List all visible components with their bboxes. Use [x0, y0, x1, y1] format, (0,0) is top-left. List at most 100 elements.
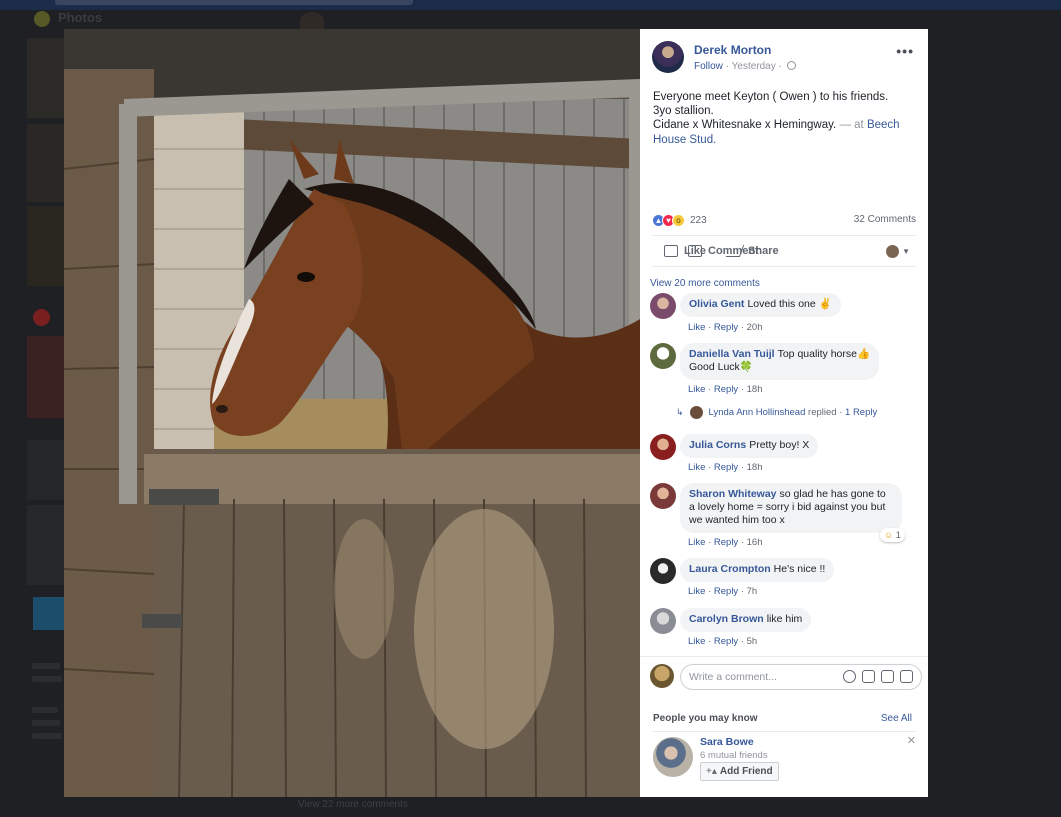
reactions-summary[interactable]: ▲ ♥ o 223 [652, 212, 707, 228]
comments-count[interactable]: 32 Comments [854, 214, 916, 225]
meta-separator: · [705, 322, 714, 333]
meta-separator: · [738, 586, 747, 597]
emoji-icon[interactable] [843, 670, 856, 683]
background-photo-thumb [27, 440, 64, 500]
horse-stable-photo [64, 29, 640, 797]
more-options-icon[interactable]: ••• [896, 43, 914, 59]
current-user-avatar [886, 245, 900, 258]
background-photo-thumb [27, 336, 64, 418]
author-avatar[interactable] [652, 41, 684, 73]
commenter-avatar[interactable] [650, 608, 676, 634]
follow-link[interactable]: Follow [694, 61, 723, 72]
meta-separator: · [778, 61, 785, 72]
comment-like-link[interactable]: Like [688, 462, 705, 473]
comment-reaction-badge[interactable]: ☺ 1 [880, 528, 905, 542]
post-action-bar: Like Comment Share ▼ [652, 235, 916, 267]
current-user-avatar [650, 664, 674, 688]
comment-bubble: Daniella Van Tuijl Top quality horse👍 Good… [680, 343, 880, 380]
background-photo-thumb [27, 206, 64, 286]
comment-reply-link[interactable]: Reply [714, 384, 738, 395]
meta-separator: · [738, 636, 747, 647]
sticker-icon[interactable] [900, 670, 913, 683]
comment-text: He's nice !! [773, 563, 826, 575]
commenter-avatar[interactable] [650, 343, 676, 369]
add-friend-label: Add Friend [719, 766, 773, 777]
comment-bubble: Olivia Gent Loved this one ✌ [680, 293, 841, 317]
comment-time[interactable]: 16h [747, 537, 763, 548]
replies-link[interactable]: ↳ Lynda Ann Hollinshead replied · 1 Reply [676, 406, 877, 419]
comment-like-link[interactable]: Like [688, 586, 705, 597]
comment-time[interactable]: 20h [747, 322, 763, 333]
comment-item: Olivia Gent Loved this one ✌ Like · Reply… [650, 293, 920, 333]
post-text-line: 3yo stallion. [653, 105, 714, 118]
view-more-comments-link[interactable]: View 20 more comments [650, 278, 760, 289]
commenter-name[interactable]: Julia Corns [689, 439, 746, 451]
commenter-name[interactable]: Carolyn Brown [689, 613, 764, 625]
suggested-person-name[interactable]: Sara Bowe [700, 736, 754, 748]
meta-separator: · [705, 636, 714, 647]
comment-reply-link[interactable]: Reply [714, 586, 738, 597]
reactions-count[interactable]: 223 [690, 215, 707, 226]
close-icon[interactable]: ✕ [907, 734, 916, 747]
comment-like-link[interactable]: Like [688, 636, 705, 647]
commenter-name[interactable]: Sharon Whiteway [689, 488, 777, 500]
mutual-friends-count[interactable]: 6 mutual friends [700, 750, 768, 761]
comment-text: Loved this one ✌ [747, 298, 832, 310]
author-name[interactable]: Derek Morton [694, 43, 771, 57]
background-search-bar [55, 0, 413, 5]
comment-reply-link[interactable]: Reply [714, 636, 738, 647]
background-photo-thumb [27, 505, 64, 585]
comment-like-link[interactable]: Like [688, 537, 705, 548]
commenter-name[interactable]: Olivia Gent [689, 298, 744, 310]
background-badge-icon [33, 309, 50, 326]
comment-time[interactable]: 18h [747, 462, 763, 473]
comment-meta: Like · Reply · 18h [688, 384, 763, 395]
comment-text: we wanted him too x [689, 514, 785, 526]
meta-separator: · [738, 384, 747, 395]
comment-like-link[interactable]: Like [688, 322, 705, 333]
comment-reply-link[interactable]: Reply [714, 322, 738, 333]
comment-like-link[interactable]: Like [688, 384, 705, 395]
background-text-line [32, 676, 62, 682]
write-comment-input[interactable]: Write a comment... [680, 664, 922, 690]
meta-separator: · [705, 586, 714, 597]
commenter-name[interactable]: Daniella Van Tuijl [689, 348, 775, 360]
camera-icon[interactable] [862, 670, 875, 683]
gif-icon[interactable] [881, 670, 894, 683]
suggested-person-avatar[interactable] [653, 737, 693, 777]
comment-time[interactable]: 5h [747, 636, 758, 647]
background-button [33, 597, 64, 630]
background-text-line [32, 663, 60, 669]
photo-theater-modal: Derek Morton Follow · Yesterday · ••• Ev… [64, 29, 928, 797]
people-you-may-know: People you may know See All Sara Bowe 6 … [653, 713, 916, 781]
post-photo[interactable] [64, 29, 640, 797]
commenter-avatar[interactable] [650, 293, 676, 319]
reaction-audience-selector[interactable]: ▼ [886, 245, 910, 258]
comment-reply-link[interactable]: Reply [714, 537, 738, 548]
comment-time[interactable]: 18h [747, 384, 763, 395]
meta-separator: · [738, 537, 747, 548]
commenter-avatar[interactable] [650, 558, 676, 584]
post-header: Derek Morton Follow · Yesterday · ••• [652, 41, 916, 77]
see-all-link[interactable]: See All [881, 713, 912, 724]
commenter-name[interactable]: Laura Crompton [689, 563, 771, 575]
comment-item: Carolyn Brown like him Like · Reply · 5h [650, 608, 920, 648]
comment-item: Julia Corns Pretty boy! X Like · Reply · … [650, 434, 920, 474]
comment-bubble: Sharon Whiteway so glad he has gone to a l… [680, 483, 902, 533]
background-photo-thumb [27, 38, 64, 118]
commenter-avatar[interactable] [650, 483, 676, 509]
laugh-reaction-icon: ☺ [884, 530, 894, 540]
post-timestamp[interactable]: Yesterday [732, 61, 776, 72]
background-text-line [32, 720, 60, 726]
comment-reply-link[interactable]: Reply [714, 462, 738, 473]
background-text-line [32, 707, 58, 713]
reply-count: 1 Reply [845, 407, 878, 418]
add-friend-button[interactable]: +▴ Add Friend [700, 762, 779, 781]
comment-meta: Like · Reply · 18h [688, 462, 763, 473]
globe-icon[interactable] [786, 61, 796, 70]
meta-separator: · [705, 462, 714, 473]
replied-label: replied [808, 407, 837, 418]
post-text-line: Cidane x Whitesnake x Hemingway. — at Be… [653, 118, 915, 146]
commenter-avatar[interactable] [650, 434, 676, 460]
comment-time[interactable]: 7h [747, 586, 758, 597]
